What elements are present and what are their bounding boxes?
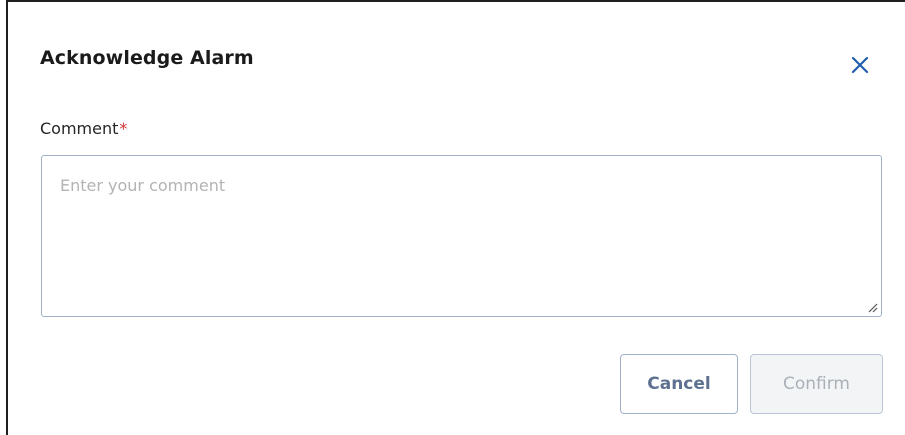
required-marker: *	[119, 119, 128, 138]
resize-handle-icon[interactable]	[866, 301, 878, 313]
comment-label: Comment*	[40, 118, 127, 140]
close-button[interactable]	[845, 50, 875, 80]
comment-label-text: Comment	[40, 119, 119, 138]
close-icon	[851, 56, 869, 74]
comment-textarea[interactable]	[42, 156, 881, 316]
dialog-title: Acknowledge Alarm	[40, 47, 254, 69]
confirm-button[interactable]: Confirm	[750, 354, 883, 414]
acknowledge-alarm-dialog: Acknowledge Alarm Comment* Cancel Confir…	[6, 0, 905, 435]
cancel-button[interactable]: Cancel	[620, 354, 738, 414]
comment-field-container	[41, 155, 882, 317]
